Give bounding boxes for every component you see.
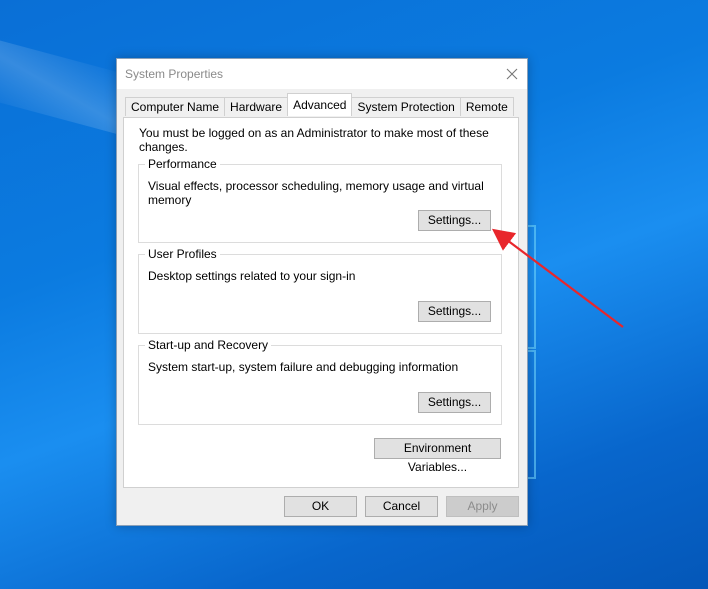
apply-button[interactable]: Apply (446, 496, 519, 517)
system-properties-dialog: System Properties Computer Name Hardware… (116, 58, 528, 526)
cancel-button[interactable]: Cancel (365, 496, 438, 517)
performance-settings-button[interactable]: Settings... (418, 210, 491, 231)
title-bar[interactable]: System Properties (117, 59, 527, 89)
startup-recovery-title: Start-up and Recovery (145, 338, 272, 352)
performance-description: Visual effects, processor scheduling, me… (148, 179, 484, 207)
user-profiles-description: Desktop settings related to your sign-in (148, 269, 356, 283)
tab-hardware[interactable]: Hardware (224, 97, 289, 116)
performance-group: Performance Visual effects, processor sc… (138, 157, 502, 243)
performance-title: Performance (145, 157, 220, 171)
close-icon (506, 68, 518, 80)
tab-system-protection[interactable]: System Protection (351, 97, 461, 116)
close-button[interactable] (497, 59, 527, 89)
startup-recovery-group: Start-up and Recovery System start-up, s… (138, 338, 502, 425)
user-profiles-group: User Profiles Desktop settings related t… (138, 247, 502, 334)
startup-recovery-settings-button[interactable]: Settings... (418, 392, 491, 413)
tab-strip: Computer Name Hardware Advanced System P… (125, 93, 514, 117)
admin-note: You must be logged on as an Administrato… (139, 126, 489, 154)
startup-recovery-description: System start-up, system failure and debu… (148, 360, 459, 374)
tab-remote[interactable]: Remote (459, 97, 514, 116)
user-profiles-title: User Profiles (145, 247, 220, 261)
tab-computer-name[interactable]: Computer Name (125, 97, 226, 116)
user-profiles-settings-button[interactable]: Settings... (418, 301, 491, 322)
advanced-tab-panel: You must be logged on as an Administrato… (123, 117, 519, 488)
environment-variables-button[interactable]: Environment Variables... (374, 438, 501, 474)
ok-button[interactable]: OK (284, 496, 357, 517)
tab-advanced[interactable]: Advanced (287, 93, 353, 116)
window-title: System Properties (125, 67, 224, 81)
